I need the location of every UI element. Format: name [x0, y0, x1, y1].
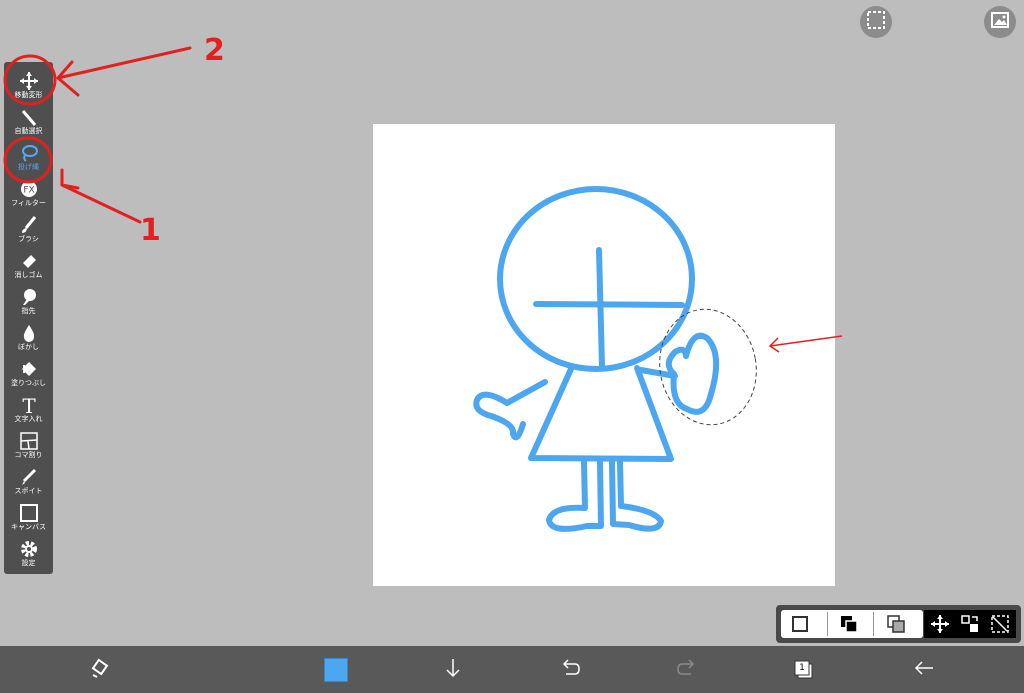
layer-mode-panel — [776, 605, 1021, 643]
tool-label: 移動変形 — [14, 91, 43, 99]
annotation-arrow-2 — [56, 46, 192, 80]
color-swatch — [324, 658, 348, 682]
layers-icon: 1 — [793, 659, 815, 681]
tool-lasso[interactable]: 投げ縄 — [4, 142, 53, 178]
redo-icon — [676, 657, 698, 683]
tool-label: 文字入れ — [14, 415, 43, 423]
tool-filter[interactable]: FX フィルター — [4, 178, 53, 214]
overlap-squares-light-icon[interactable] — [886, 614, 906, 634]
tool-fill[interactable]: 塗りつぶし — [4, 358, 53, 394]
move-icon — [4, 71, 53, 91]
tool-label: キャンバス — [11, 523, 46, 531]
tool-label: フィルター — [11, 199, 46, 207]
annotation-label-1: 1 — [140, 213, 161, 248]
download-button[interactable] — [437, 654, 469, 686]
tool-canvas[interactable]: キャンバス — [4, 502, 53, 538]
lasso-icon — [4, 143, 53, 163]
annotation-arrow-1 — [60, 183, 142, 224]
fx-icon: FX — [4, 179, 53, 199]
selection-toggle-button[interactable] — [860, 6, 892, 38]
panel-divide-icon — [4, 431, 53, 451]
transform-select-icon[interactable] — [960, 614, 980, 634]
tool-text[interactable]: T 文字入れ — [4, 394, 53, 430]
color-button[interactable] — [320, 654, 352, 686]
overlap-squares-icon[interactable] — [839, 614, 859, 634]
tool-label: 塗りつぶし — [10, 379, 47, 387]
tool-palette: 移動変形 自動選択 投げ縄 FX フィルター ブラシ 消しゴム 指先 ぼかし 塗… — [4, 62, 53, 574]
tool-auto-select[interactable]: 自動選択 — [4, 106, 53, 142]
blur-drop-icon — [4, 323, 53, 343]
bottom-toolbar: 1 — [0, 646, 1024, 693]
undo-icon — [559, 657, 581, 683]
tool-label: 投げ縄 — [18, 163, 39, 171]
tool-eyedropper[interactable]: スポイト — [4, 466, 53, 502]
tool-move-transform[interactable]: 移動変形 — [4, 70, 53, 106]
finger-icon — [4, 287, 53, 307]
redo-button[interactable] — [671, 654, 703, 686]
tool-label: コマ割り — [14, 451, 43, 459]
svg-text:T: T — [22, 395, 36, 415]
tool-label: 設定 — [21, 559, 36, 567]
layer-count: 1 — [799, 663, 805, 673]
gear-icon — [4, 539, 53, 559]
undo-button[interactable] — [554, 654, 586, 686]
character-drawing — [473, 186, 757, 532]
transform-rotate-icon — [89, 657, 111, 683]
layers-button[interactable]: 1 — [788, 654, 820, 686]
tool-brush[interactable]: ブラシ — [4, 214, 53, 250]
tool-panel-divide[interactable]: コマ割り — [4, 430, 53, 466]
eyedropper-icon — [4, 467, 53, 487]
text-icon: T — [4, 395, 53, 415]
tool-label: ブラシ — [18, 235, 39, 243]
tool-label: スポイト — [14, 487, 43, 495]
back-arrow-icon — [913, 657, 935, 683]
tool-settings[interactable]: 設定 — [4, 538, 53, 574]
brush-icon — [4, 215, 53, 235]
back-button[interactable] — [908, 654, 940, 686]
tool-finger[interactable]: 指先 — [4, 286, 53, 322]
tool-label: 指先 — [21, 307, 36, 315]
tool-blur[interactable]: ぼかし — [4, 322, 53, 358]
tool-label: ぼかし — [18, 343, 39, 351]
image-icon — [990, 10, 1010, 34]
white-square-icon[interactable] — [791, 614, 811, 634]
canvas-icon — [4, 503, 53, 523]
tool-eraser[interactable]: 消しゴム — [4, 250, 53, 286]
image-button[interactable] — [984, 6, 1016, 38]
tool-label: 自動選択 — [14, 127, 43, 135]
selection-icon — [866, 10, 886, 34]
drawing-canvas[interactable] — [373, 124, 835, 586]
transform-rotate-button[interactable] — [84, 654, 116, 686]
magic-wand-icon — [4, 107, 53, 127]
selection-dashed-icon[interactable] — [990, 614, 1010, 634]
eraser-icon — [4, 251, 53, 271]
download-arrow-icon — [442, 657, 464, 683]
svg-text:FX: FX — [23, 186, 34, 196]
fill-bucket-icon — [4, 359, 53, 379]
annotation-label-2: 2 — [204, 33, 225, 68]
tool-label: 消しゴム — [14, 271, 43, 279]
move-icon[interactable] — [930, 614, 950, 634]
